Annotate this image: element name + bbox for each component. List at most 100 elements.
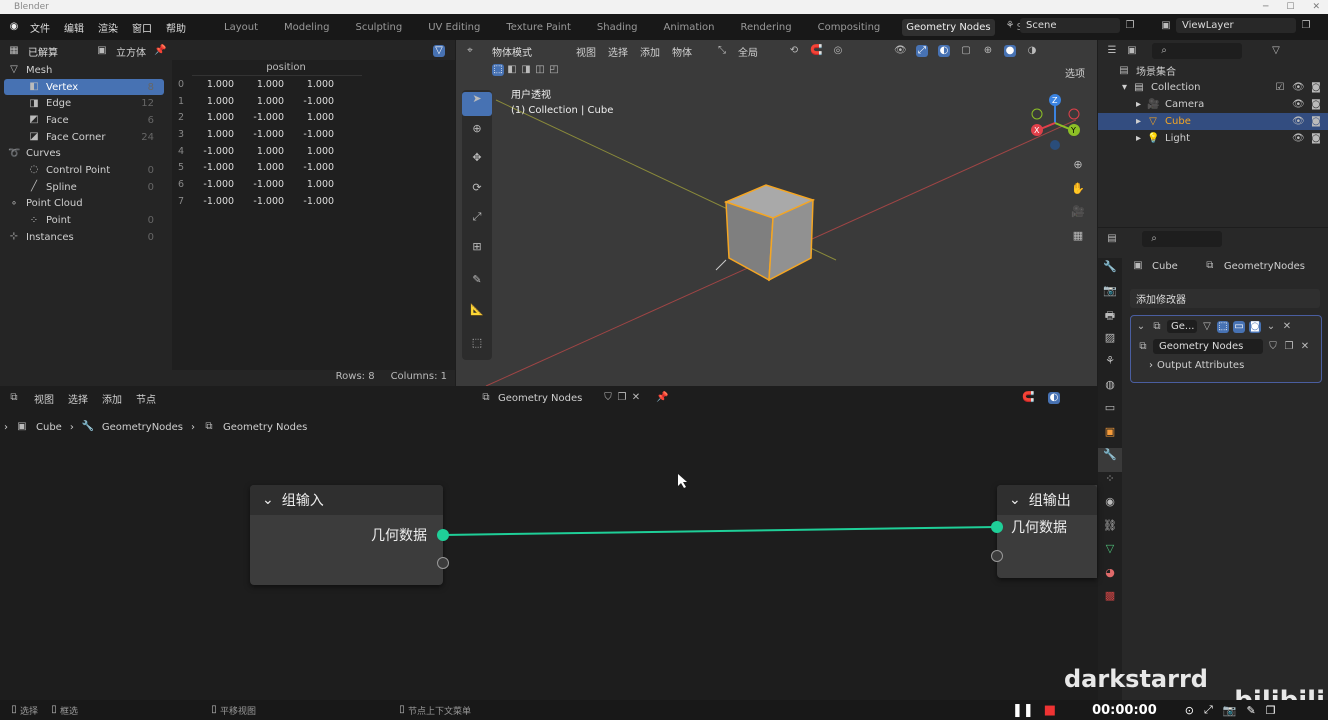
new-scene-icon[interactable]: ❐ xyxy=(1124,20,1136,32)
workspace-tab[interactable]: Geometry Nodes xyxy=(902,18,995,36)
domain-item[interactable]: ⊹ Instances 0 xyxy=(4,229,164,246)
options-dropdown[interactable]: 选项 xyxy=(1065,65,1085,80)
workspace-tab[interactable]: Texture Paint xyxy=(502,19,575,36)
camera-icon[interactable]: 📷 xyxy=(1223,704,1237,717)
node-group-field[interactable]: Geometry Nodes xyxy=(1153,339,1263,354)
geometry-output-socket[interactable] xyxy=(437,529,449,541)
physics-tab-icon[interactable]: ◉ xyxy=(1098,495,1122,519)
menu-item[interactable]: 编辑 xyxy=(64,20,84,35)
pause-icon[interactable]: ❚❚ xyxy=(1012,703,1034,718)
pen-icon[interactable]: ✎ xyxy=(1247,704,1256,717)
eye-icon[interactable]: 👁 xyxy=(1292,82,1305,94)
expand-arrow-icon[interactable]: ▸ xyxy=(1136,116,1141,127)
properties-search[interactable]: ⌕ xyxy=(1142,231,1222,247)
view-layer-tab-icon[interactable]: ▨ xyxy=(1098,331,1122,355)
select-invert-icon[interactable]: ◫ xyxy=(534,64,546,76)
measure-tool-icon[interactable]: 📐 xyxy=(462,303,492,327)
remove-modifier-icon[interactable]: ✕ xyxy=(1281,321,1293,333)
select-box-tool-icon[interactable]: ➤ xyxy=(462,92,492,116)
eye-icon[interactable]: 👁 xyxy=(1292,99,1305,111)
maximize-button[interactable]: ☐ xyxy=(1286,0,1294,14)
object-tab-icon[interactable]: ▣ xyxy=(1098,425,1122,449)
group-input-node[interactable]: ⌄ 组输入 几何数据 xyxy=(250,485,449,585)
rotate-tool-icon[interactable]: ⟳ xyxy=(462,181,492,205)
modifier-name-field[interactable]: Ge... xyxy=(1167,320,1197,333)
domain-item[interactable]: ⁘ Point 0 xyxy=(4,212,164,229)
perspective-toggle-icon[interactable]: ▦ xyxy=(1068,229,1088,253)
domain-item[interactable]: ▽ Mesh xyxy=(4,62,164,79)
select-subtract-icon[interactable]: ◨ xyxy=(520,64,532,76)
eye-icon[interactable]: 👁 xyxy=(1292,133,1305,145)
menu-item[interactable]: 窗口 xyxy=(132,20,152,35)
domain-item[interactable]: ◨ Edge 12 xyxy=(4,95,164,112)
pin-icon[interactable]: 📌 xyxy=(154,45,166,57)
camera-view-icon[interactable]: 🎥 xyxy=(1068,205,1088,229)
dropdown-icon[interactable]: ⌄ xyxy=(1265,321,1277,333)
constraints-tab-icon[interactable]: ⛓ xyxy=(1098,519,1122,543)
tool-tab-icon[interactable]: 🔧 xyxy=(1098,260,1122,284)
menu-item[interactable]: 渲染 xyxy=(98,20,118,35)
pan-hand-icon[interactable]: ✋ xyxy=(1068,182,1088,206)
viewlayer-field[interactable]: ViewLayer xyxy=(1176,18,1296,33)
empty-input-socket[interactable] xyxy=(991,550,1003,562)
blender-logo-icon[interactable]: ◉ xyxy=(8,21,20,33)
new-viewlayer-icon[interactable]: ❐ xyxy=(1300,20,1312,32)
expand-arrow-icon[interactable]: ▸ xyxy=(1136,99,1141,110)
edit-mode-icon[interactable]: ▽ xyxy=(1201,321,1213,333)
editor-type-icon[interactable]: ▤ xyxy=(1106,233,1118,245)
on-cage-icon[interactable]: ⬚ xyxy=(1217,320,1229,333)
cube-object[interactable] xyxy=(721,180,821,285)
render-camera-icon[interactable]: ◙ xyxy=(1310,82,1322,94)
duplicate-icon[interactable]: ❐ xyxy=(1283,341,1295,353)
annotate-tool-icon[interactable]: ✎ xyxy=(462,273,492,297)
scene-field[interactable]: Scene xyxy=(1020,18,1120,33)
collapse-icon[interactable]: ⌄ xyxy=(1009,492,1021,508)
node-editor[interactable]: ⧉ 视图 选择 添加 节点 ⧉ Geometry Nodes ⛉ ❐ ✕ 📌 🧲 ◐ › ▣ Cu… xyxy=(0,387,1208,700)
collection-tab-icon[interactable]: ▭ xyxy=(1098,401,1122,425)
cursor-tool-icon[interactable]: ⊕ xyxy=(462,122,492,146)
workspace-tab[interactable]: Sculpting xyxy=(352,19,407,36)
select-extend-icon[interactable]: ◧ xyxy=(506,64,518,76)
window-icon[interactable]: ❐ xyxy=(1266,704,1276,717)
workspace-tab[interactable]: UV Editing xyxy=(424,19,484,36)
domain-item[interactable]: ➰ Curves xyxy=(4,145,164,162)
close-button[interactable]: ✕ xyxy=(1312,0,1320,14)
domain-item[interactable]: ◌ Control Point 0 xyxy=(4,162,164,179)
display-mode-icon[interactable]: ▣ xyxy=(1126,45,1138,57)
filter-icon[interactable]: ▽ xyxy=(433,45,445,57)
render-camera-icon[interactable]: ◙ xyxy=(1310,133,1322,145)
3d-viewport[interactable]: ⌖ 物体模式 视图 选择 添加 物体 ⤡ 全局 ⟲ 🧲 ◎ 👁 ⤢ ◐ ▢ ⊕ ● ◑… xyxy=(456,40,1097,386)
select-new-icon[interactable]: ⬚ xyxy=(492,64,504,76)
render-camera-icon[interactable]: ◙ xyxy=(1310,99,1322,111)
collapse-chevron-icon[interactable]: ⌄ xyxy=(1135,321,1147,333)
select-intersect-icon[interactable]: ◰ xyxy=(548,64,560,76)
domain-item[interactable]: ◧ Vertex 8 xyxy=(4,78,164,96)
render-camera-icon[interactable]: ◙ xyxy=(1310,116,1322,128)
record-icon[interactable]: ■ xyxy=(1044,703,1056,718)
world-tab-icon[interactable]: ◍ xyxy=(1098,378,1122,402)
outliner-item[interactable]: ▸ 💡 Light 👁 ◙ xyxy=(1098,130,1328,147)
workspace-tab[interactable]: Layout xyxy=(220,19,262,36)
expand-icon[interactable]: › xyxy=(1149,360,1153,371)
evaluation-mode-dropdown[interactable]: 已解算 xyxy=(28,44,88,59)
menu-item[interactable]: 帮助 xyxy=(166,20,186,35)
menu-item[interactable]: 文件 xyxy=(30,20,50,35)
fullscreen-icon[interactable]: ⤢ xyxy=(1204,703,1213,717)
outliner-item[interactable]: ▸ 🎥 Camera 👁 ◙ xyxy=(1098,96,1328,113)
fake-user-icon[interactable]: ⛉ xyxy=(1267,341,1279,353)
expand-arrow-icon[interactable]: ▸ xyxy=(1136,133,1141,144)
output-tab-icon[interactable]: 🖶 xyxy=(1098,307,1122,331)
domain-item[interactable]: ∘ Point Cloud xyxy=(4,196,164,213)
data-tab-icon[interactable]: ▽ xyxy=(1098,542,1122,566)
workspace-tab[interactable]: Shading xyxy=(593,19,642,36)
move-tool-icon[interactable]: ✥ xyxy=(462,151,492,175)
viewport-display-icon[interactable]: ▭ xyxy=(1233,320,1245,333)
render-display-icon[interactable]: ◙ xyxy=(1249,320,1261,333)
outliner-item[interactable]: ▾ ▤ Collection ☑ 👁 ◙ xyxy=(1098,79,1328,96)
workspace-tab[interactable]: Animation xyxy=(660,19,719,36)
domain-item[interactable]: ╱ Spline 0 xyxy=(4,179,164,196)
workspace-tab[interactable]: Rendering xyxy=(737,19,796,36)
outliner-item[interactable]: ▸ ▽ Cube 👁 ◙ xyxy=(1098,113,1328,130)
empty-output-socket[interactable] xyxy=(437,557,449,569)
filter-icon[interactable]: ▽ xyxy=(1270,45,1282,57)
